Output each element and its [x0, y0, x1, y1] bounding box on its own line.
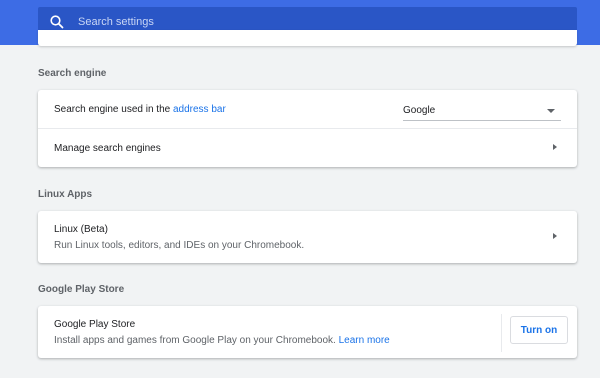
linux-beta-row[interactable]: Linux (Beta) Run Linux tools, editors, a… [38, 211, 577, 263]
linux-beta-text: Linux (Beta) Run Linux tools, editors, a… [54, 224, 304, 251]
play-store-row: Google Play Store Install apps and games… [38, 306, 577, 358]
arrow-right-icon[interactable] [553, 144, 557, 150]
section-title-search-engine: Search engine [38, 68, 107, 79]
dropdown-arrow-icon[interactable] [547, 109, 555, 113]
play-store-card: Google Play Store Install apps and games… [38, 306, 577, 358]
play-store-label: Google Play Store [54, 318, 136, 330]
learn-more-link[interactable]: Learn more [339, 335, 390, 346]
linux-beta-label: Linux (Beta) [54, 223, 108, 235]
play-store-description-text: Install apps and games from Google Play … [54, 334, 336, 346]
previous-card [38, 30, 577, 46]
vertical-divider [501, 314, 502, 352]
search-engine-label: Search engine used in the address bar [54, 104, 226, 115]
address-bar-link[interactable]: address bar [173, 104, 226, 115]
search-input[interactable]: Search settings [78, 16, 154, 28]
linux-beta-description: Run Linux tools, editors, and IDEs on yo… [54, 239, 305, 251]
search-engine-select[interactable]: Google [403, 101, 561, 121]
search-engine-selected-value: Google [403, 105, 436, 116]
search-engine-row: Search engine used in the address bar Go… [38, 90, 577, 128]
manage-search-engines-row[interactable]: Manage search engines [38, 128, 577, 167]
play-store-text: Google Play Store Install apps and games… [54, 319, 390, 346]
section-title-play-store: Google Play Store [38, 284, 125, 295]
play-store-description: Install apps and games from Google Play … [54, 335, 390, 346]
section-title-linux-apps: Linux Apps [38, 189, 93, 200]
manage-search-engines-label: Manage search engines [54, 142, 161, 154]
search-icon[interactable] [49, 14, 65, 30]
linux-apps-card: Linux (Beta) Run Linux tools, editors, a… [38, 211, 577, 263]
search-engine-label-text: Search engine used in the [54, 103, 173, 115]
search-engine-card: Search engine used in the address bar Go… [38, 90, 577, 167]
turn-on-button[interactable]: Turn on [510, 316, 568, 344]
arrow-right-icon[interactable] [553, 233, 557, 239]
